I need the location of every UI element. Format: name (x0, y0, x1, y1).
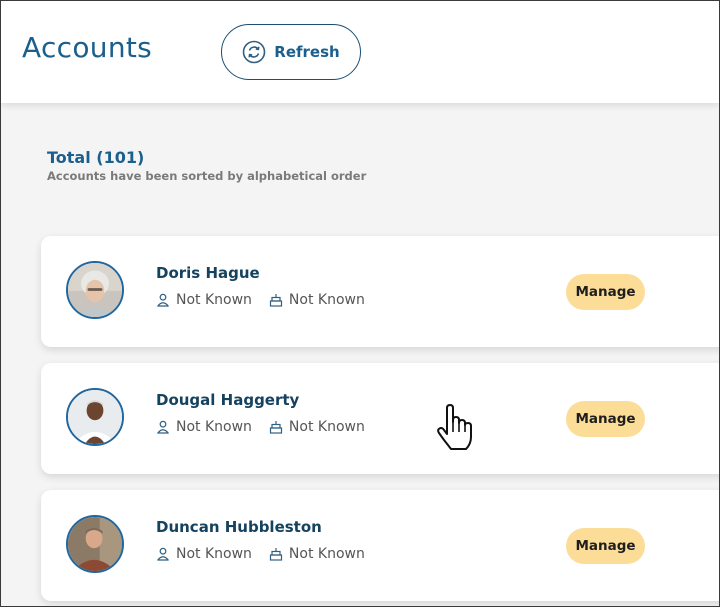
account-name: Dougal Haggerty (156, 391, 300, 409)
cake-icon (269, 294, 283, 307)
sort-note: Accounts have been sorted by alphabetica… (47, 169, 367, 183)
account-card[interactable]: Duncan Hubbleston Not Known Not Known Ma… (41, 490, 719, 601)
hand-pointer-cursor (437, 404, 472, 450)
birthday-value: Not Known (288, 546, 365, 562)
manage-button[interactable]: Manage (566, 274, 645, 310)
gender-field: Not Known (156, 292, 252, 308)
birthday-value: Not Known (288, 292, 365, 308)
manage-button[interactable]: Manage (566, 401, 645, 437)
birthday-value: Not Known (288, 419, 365, 435)
cake-icon (269, 421, 283, 434)
cake-icon (269, 548, 283, 561)
page-header: Accounts Refresh (1, 1, 719, 103)
birthday-field: Not Known (269, 419, 365, 435)
account-meta: Not Known Not Known (156, 546, 382, 562)
account-meta: Not Known Not Known (156, 419, 382, 435)
person-icon (157, 293, 169, 307)
refresh-label: Refresh (274, 43, 340, 61)
gender-value: Not Known (176, 292, 252, 308)
account-meta: Not Known Not Known (156, 292, 382, 308)
refresh-icon (242, 40, 266, 64)
page-title: Accounts (22, 31, 153, 64)
gender-value: Not Known (176, 419, 252, 435)
person-icon (157, 547, 169, 561)
person-icon (157, 420, 169, 434)
birthday-field: Not Known (269, 292, 365, 308)
gender-field: Not Known (156, 419, 252, 435)
gender-value: Not Known (176, 546, 252, 562)
avatar (66, 515, 124, 573)
gender-field: Not Known (156, 546, 252, 562)
avatar (66, 388, 124, 446)
app-frame: Accounts Refresh Total (101) Accounts ha… (0, 0, 720, 607)
account-card[interactable]: Dougal Haggerty Not Known Not Known Mana… (41, 363, 719, 474)
account-card[interactable]: Doris Hague Not Known Not Known Manage (41, 236, 719, 347)
birthday-field: Not Known (269, 546, 365, 562)
account-name: Duncan Hubbleston (156, 518, 322, 536)
accounts-summary: Total (101) Accounts have been sorted by… (47, 148, 366, 183)
avatar (66, 261, 124, 319)
total-count: Total (101) (47, 148, 145, 167)
manage-button[interactable]: Manage (566, 528, 645, 564)
account-name: Doris Hague (156, 264, 260, 282)
refresh-button[interactable]: Refresh (221, 24, 361, 80)
